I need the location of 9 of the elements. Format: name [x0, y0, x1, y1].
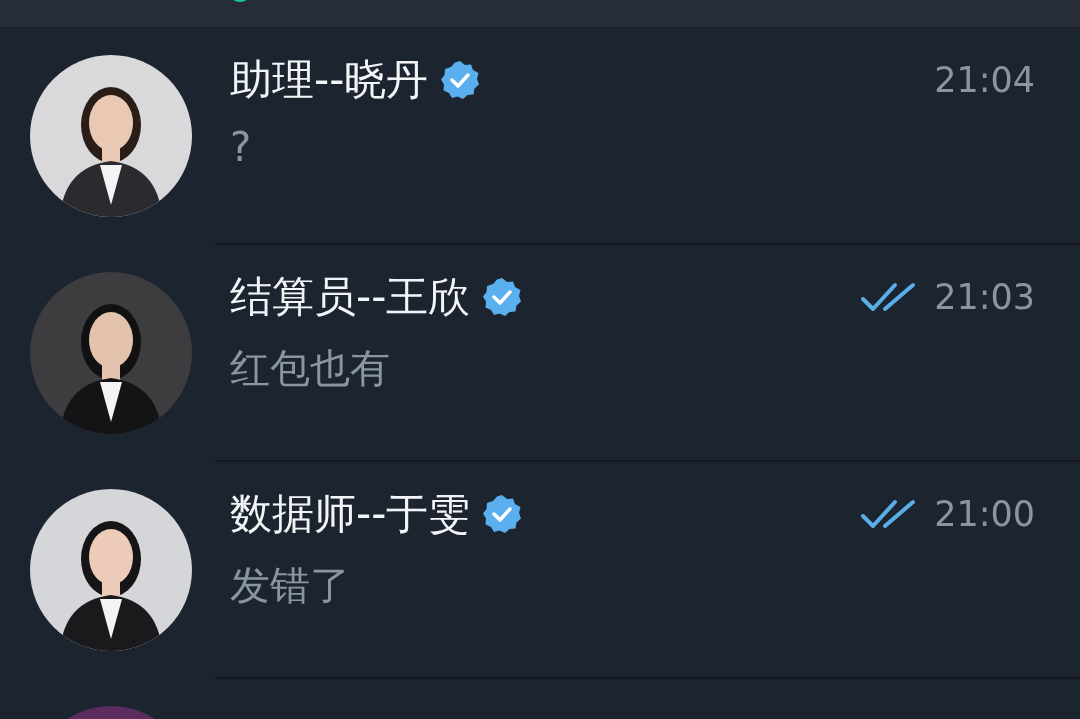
message-preview: 发错了 — [230, 561, 351, 610]
message-preview: 红包也有 — [230, 344, 391, 393]
chat-name: 助理--晓丹 — [230, 54, 429, 106]
message-time: 21:03 — [934, 277, 1035, 317]
message-preview: ? — [230, 124, 253, 170]
message-time: 21:00 — [934, 494, 1035, 534]
chat-name: 数据师--于雯 — [230, 488, 471, 540]
message-time: 21:04 — [934, 60, 1035, 100]
chat-name: 结算员--王欣 — [230, 271, 471, 323]
